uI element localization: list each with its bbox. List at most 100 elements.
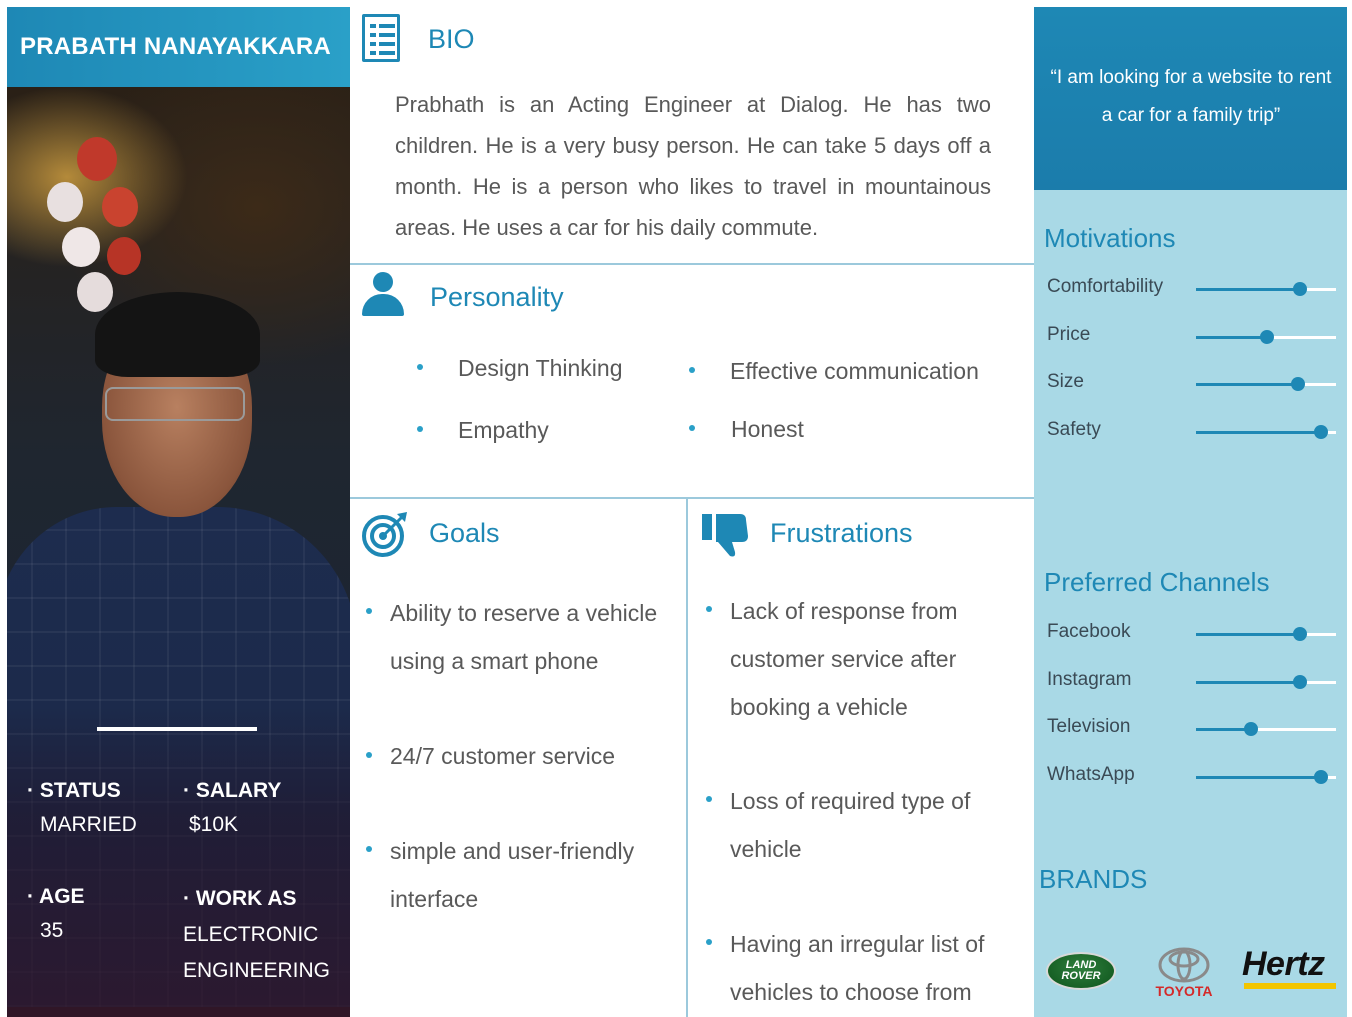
slider-label: Facebook — [1047, 621, 1131, 642]
rating-slider — [1196, 627, 1336, 641]
goal-line: Ability to reserve a vehicle — [390, 600, 658, 626]
slider-fill — [1196, 680, 1300, 684]
slider-label: Instagram — [1047, 668, 1132, 690]
frustration-line: Having an irregular list of — [730, 931, 985, 957]
frustration-line: booking a vehicle — [730, 694, 908, 720]
personality-title: Personality — [430, 282, 564, 312]
section-divider — [350, 263, 1034, 265]
motivations-title: Motivations — [1044, 223, 1176, 253]
toyota-logo-text: TOYOTA — [1155, 983, 1213, 999]
hertz-logo-text: Hertz — [1242, 945, 1325, 983]
slider-knob — [1260, 329, 1274, 344]
persona-name: PRABATH NANAYAKKARA — [20, 33, 331, 60]
trait-item: Empathy — [458, 417, 549, 443]
trait-item: Effective communication — [730, 358, 979, 384]
bullet-dot — [689, 367, 695, 373]
slider-label: Price — [1047, 323, 1091, 345]
rating-slider — [1196, 329, 1336, 344]
frustration-line: customer service after — [730, 646, 957, 672]
salary-label: · SALARY — [183, 779, 282, 802]
frustrations-title: Frustrations — [770, 518, 913, 548]
goal-item: Ability to reserve a vehicle using a sma… — [390, 589, 657, 685]
channels-title: Preferred Channels — [1044, 567, 1270, 597]
rating-slider — [1196, 377, 1336, 391]
column-divider — [686, 497, 688, 1017]
slider-knob — [1293, 282, 1307, 296]
slider-label: WhatsApp — [1047, 763, 1135, 785]
land-rover-logo: LAND ROVER — [1046, 952, 1116, 990]
bullet-dot — [366, 752, 372, 758]
goals-title: Goals — [429, 518, 500, 548]
persona-name-bar: PRABATH NANAYAKKARA — [7, 7, 350, 87]
balloon-decoration — [77, 137, 117, 181]
bullet-dot — [706, 939, 712, 945]
status-value: MARRIED — [40, 813, 137, 836]
section-divider — [350, 497, 1034, 499]
goal-item: simple and user-friendly interface — [390, 827, 634, 923]
slider-track-rest — [1251, 728, 1336, 731]
frustration-line: Loss of required type of — [730, 788, 971, 814]
slider-knob — [1291, 377, 1305, 391]
frustration-line: vehicle — [730, 836, 802, 862]
goal-line: interface — [390, 886, 479, 912]
goal-line: 24/7 customer service — [390, 743, 615, 769]
work-label: · WORK AS — [183, 887, 297, 910]
bullet-dot — [366, 608, 372, 614]
trait-item: Design Thinking — [458, 355, 623, 381]
slider-label: Size — [1047, 371, 1084, 392]
rating-slider — [1196, 769, 1336, 784]
slider-fill — [1196, 775, 1321, 779]
land-rover-word-2: ROVER — [1061, 970, 1101, 982]
work-value-line-2: ENGINEERING — [183, 959, 331, 982]
frustration-line: vehicles to choose from — [730, 979, 972, 1005]
slider-knob — [1293, 627, 1307, 641]
hair — [95, 292, 260, 377]
toyota-emblem-icon — [1158, 947, 1210, 983]
slider-knob — [1314, 769, 1328, 784]
salary-value: $10K — [189, 813, 239, 836]
rating-slider — [1196, 282, 1336, 296]
age-value: 35 — [40, 919, 64, 942]
goal-line: simple and user-friendly — [390, 838, 635, 864]
frustration-item: Lack of response from customer service a… — [730, 587, 958, 731]
rating-slider — [1196, 722, 1336, 736]
slider-fill — [1196, 383, 1298, 386]
thumbs-down-icon — [702, 514, 748, 557]
bullet-dot — [689, 425, 695, 431]
status-info: · STATUS MARRIED — [27, 779, 137, 837]
slider-label: Safety — [1047, 418, 1101, 440]
slider-fill — [1196, 335, 1267, 339]
person-icon — [362, 272, 404, 316]
trait-item: Honest — [731, 416, 804, 442]
balloon-decoration — [62, 227, 100, 267]
hertz-logo-bar — [1244, 983, 1336, 989]
slider-knob — [1293, 674, 1307, 689]
goal-line: using a smart phone — [390, 648, 599, 674]
balloon-decoration — [102, 187, 138, 227]
slider-fill — [1196, 728, 1251, 731]
list-document-icon — [362, 14, 400, 62]
bullet-dot — [417, 426, 423, 432]
bio-title: BIO — [428, 24, 475, 54]
balloon-decoration — [77, 272, 113, 312]
rating-slider — [1196, 424, 1336, 439]
slider-knob — [1314, 424, 1328, 439]
slider-fill — [1196, 633, 1300, 636]
frustration-item: Loss of required type of vehicle — [730, 777, 970, 873]
frustration-item: Having an irregular list of vehicles to … — [730, 920, 984, 1016]
balloon-decoration — [47, 182, 83, 222]
bullet-dot — [706, 606, 712, 612]
slider-track-rest — [1267, 335, 1336, 339]
bio-text: Prabhath is an Acting Engineer at Dialog… — [395, 92, 991, 240]
balloon-decoration — [107, 237, 141, 275]
bullet-dot — [417, 364, 423, 370]
slider-knob — [1244, 722, 1258, 736]
slider-fill — [1196, 430, 1321, 434]
glasses — [105, 387, 245, 421]
land-rover-text: LAND ROVER — [1048, 960, 1114, 982]
age-label: · AGE — [27, 885, 85, 908]
persona-photo — [7, 87, 350, 1017]
age-info: · AGE 35 — [27, 885, 85, 943]
slider-fill — [1196, 288, 1300, 291]
work-value-line-1: ELECTRONIC — [183, 923, 319, 946]
